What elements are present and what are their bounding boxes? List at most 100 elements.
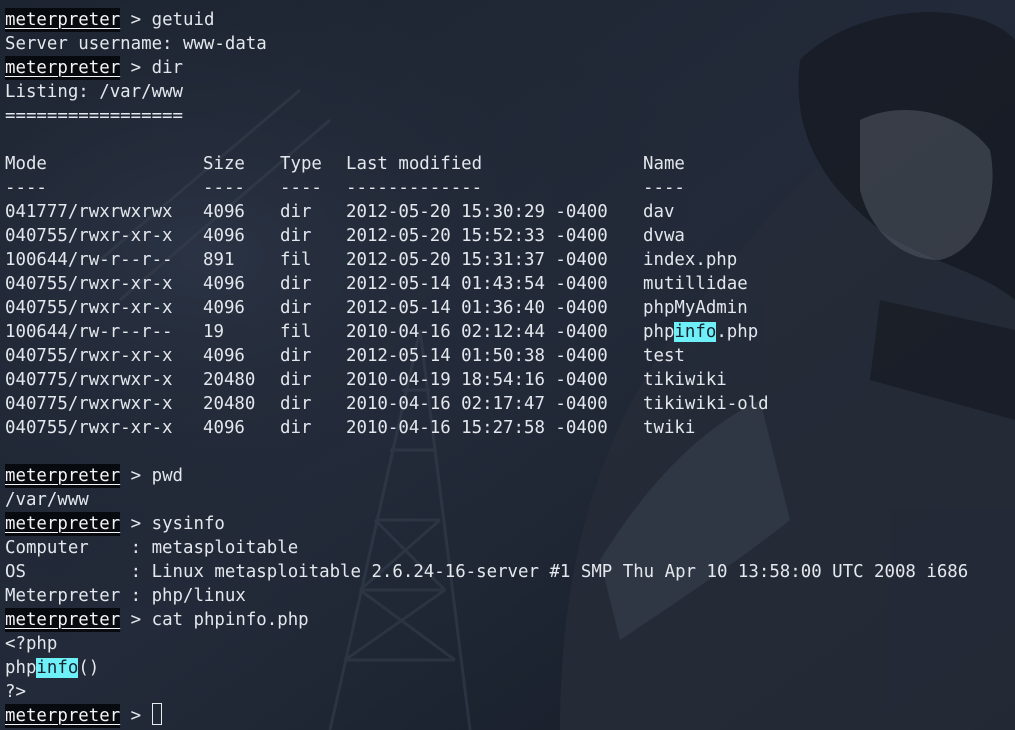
code-part: () xyxy=(78,658,100,678)
text-cursor[interactable] xyxy=(151,703,162,725)
table-row: 040755/rwxr-xr-x 4096 dir 2012-05-14 01:… xyxy=(5,296,1005,320)
cell-last-modified: 2012-05-20 15:30:29 -0400 xyxy=(346,202,608,222)
prompt-separator: > xyxy=(120,10,152,30)
command-line-getuid: meterpreter > getuid xyxy=(5,8,214,32)
cell-name-phpinfo: phpinfo.php xyxy=(643,320,758,344)
cell-mode: 100644/rw-r--r-- xyxy=(5,322,173,342)
command-line-sysinfo: meterpreter > sysinfo xyxy=(5,512,225,536)
table-header-underline: ---- ---- ---- ------------- ---- xyxy=(5,176,1005,200)
cell-mode: 040755/rwxr-xr-x xyxy=(5,274,173,294)
cell-name: twiki xyxy=(643,418,696,438)
cell-name: tikiwiki-old xyxy=(643,394,769,414)
command-line-dir: meterpreter > dir xyxy=(5,56,183,80)
sysinfo-computer: Computer : metasploitable xyxy=(5,538,299,558)
cell-type: dir xyxy=(280,418,312,438)
command-line-cat: meterpreter > cat phpinfo.php xyxy=(5,608,309,632)
output-line: ?> xyxy=(5,682,26,702)
command-text: pwd xyxy=(151,466,184,486)
prompt-separator: > xyxy=(120,706,152,726)
prompt-separator: > xyxy=(120,466,152,486)
column-header-last-modified: Last modified xyxy=(346,154,483,174)
cell-size: 4096 xyxy=(203,298,245,318)
output-line: /var/www xyxy=(5,490,89,510)
terminal-window[interactable]: meterpreter > getuid Server username: ww… xyxy=(0,0,1015,730)
prompt-label: meterpreter xyxy=(5,608,121,632)
cell-name: mutillidae xyxy=(643,274,748,294)
prompt-label: meterpreter xyxy=(5,704,121,728)
sysinfo-os: OS : Linux metasploitable 2.6.24-16-serv… xyxy=(5,562,969,582)
search-highlight: info xyxy=(674,322,717,342)
underline-last-modified: ------------- xyxy=(346,178,483,198)
output-line: <?php xyxy=(5,634,58,654)
cell-type: dir xyxy=(280,370,312,390)
cell-name: phpMyAdmin xyxy=(643,298,748,318)
cell-mode: 041777/rwxrwxrwx xyxy=(5,202,173,222)
column-header-type: Type xyxy=(280,154,322,174)
prompt-separator: > xyxy=(120,514,152,534)
column-header-name: Name xyxy=(643,154,685,174)
cell-type: dir xyxy=(280,394,312,414)
cell-mode: 100644/rw-r--r-- xyxy=(5,250,173,270)
cell-mode: 040775/rwxrwxr-x xyxy=(5,394,173,414)
cell-size: 4096 xyxy=(203,226,245,246)
cell-size: 4096 xyxy=(203,274,245,294)
listing-title: Listing: /var/www xyxy=(5,82,183,102)
prompt-label: meterpreter xyxy=(5,512,121,536)
command-text: dir xyxy=(151,58,184,78)
cell-last-modified: 2010-04-16 15:27:58 -0400 xyxy=(346,418,608,438)
command-text: cat phpinfo.php xyxy=(151,610,309,630)
cell-name: tikiwiki xyxy=(643,370,727,390)
code-part: php xyxy=(5,658,37,678)
cell-type: dir xyxy=(280,298,312,318)
cell-type: dir xyxy=(280,274,312,294)
cell-size: 20480 xyxy=(203,394,256,414)
active-prompt-line[interactable]: meterpreter > xyxy=(5,703,162,728)
cell-mode: 040755/rwxr-xr-x xyxy=(5,298,173,318)
cell-size: 4096 xyxy=(203,346,245,366)
cell-name: dvwa xyxy=(643,226,685,246)
cell-type: dir xyxy=(280,226,312,246)
prompt-label: meterpreter xyxy=(5,8,121,32)
underline-mode: ---- xyxy=(5,178,47,198)
name-part: php xyxy=(643,322,675,342)
cell-last-modified: 2010-04-16 02:12:44 -0400 xyxy=(346,322,608,342)
table-row: 100644/rw-r--r-- 891 fil 2012-05-20 15:3… xyxy=(5,248,1005,272)
table-row: 040755/rwxr-xr-x 4096 dir 2012-05-20 15:… xyxy=(5,224,1005,248)
cell-last-modified: 2010-04-19 18:54:16 -0400 xyxy=(346,370,608,390)
cell-last-modified: 2012-05-20 15:52:33 -0400 xyxy=(346,226,608,246)
output-line-phpinfo: phpinfo() xyxy=(5,656,99,680)
cell-size: 19 xyxy=(203,322,224,342)
cell-type: dir xyxy=(280,202,312,222)
command-line-pwd: meterpreter > pwd xyxy=(5,464,183,488)
cell-last-modified: 2012-05-14 01:36:40 -0400 xyxy=(346,298,608,318)
prompt-separator: > xyxy=(120,58,152,78)
column-header-size: Size xyxy=(203,154,245,174)
underline-name: ---- xyxy=(643,178,685,198)
cell-mode: 040775/rwxrwxr-x xyxy=(5,370,173,390)
table-header: Mode Size Type Last modified Name xyxy=(5,152,1005,176)
cell-name: index.php xyxy=(643,250,738,270)
output-line: Server username: www-data xyxy=(5,34,267,54)
prompt-label: meterpreter xyxy=(5,56,121,80)
table-row: 040775/rwxrwxr-x 20480 dir 2010-04-19 18… xyxy=(5,368,1005,392)
table-row: 100644/rw-r--r-- 19 fil 2010-04-16 02:12… xyxy=(5,320,1005,344)
cell-last-modified: 2012-05-14 01:50:38 -0400 xyxy=(346,346,608,366)
listing-rule: ================= xyxy=(5,106,183,126)
command-text: getuid xyxy=(151,10,215,30)
cell-mode: 040755/rwxr-xr-x xyxy=(5,226,173,246)
prompt-separator: > xyxy=(120,610,152,630)
cell-mode: 040755/rwxr-xr-x xyxy=(5,418,173,438)
cell-type: dir xyxy=(280,346,312,366)
cell-size: 4096 xyxy=(203,202,245,222)
cell-size: 4096 xyxy=(203,418,245,438)
search-highlight: info xyxy=(36,658,79,678)
cell-name: dav xyxy=(643,202,675,222)
cell-type: fil xyxy=(280,250,312,270)
table-row: 040755/rwxr-xr-x 4096 dir 2012-05-14 01:… xyxy=(5,344,1005,368)
cell-last-modified: 2012-05-20 15:31:37 -0400 xyxy=(346,250,608,270)
underline-type: ---- xyxy=(280,178,322,198)
cell-last-modified: 2010-04-16 02:17:47 -0400 xyxy=(346,394,608,414)
name-part: .php xyxy=(716,322,759,342)
cell-type: fil xyxy=(280,322,312,342)
cell-name: test xyxy=(643,346,685,366)
